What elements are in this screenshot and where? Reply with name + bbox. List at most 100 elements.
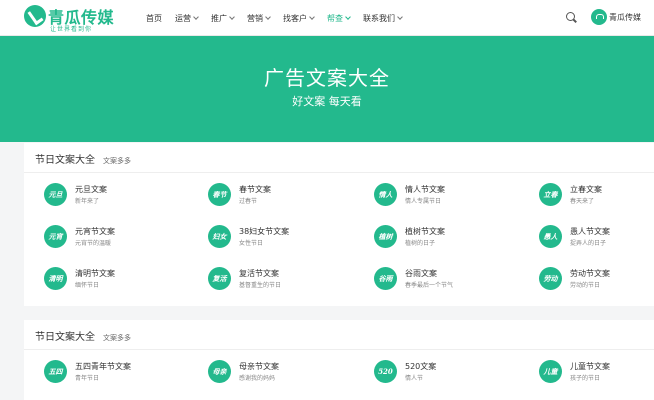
card-subtitle: 情人节	[405, 375, 424, 382]
card-subtitle: 劳动的节日	[570, 282, 601, 289]
nav-item[interactable]: 运营	[169, 0, 204, 36]
card-title[interactable]: 复活节文案	[239, 268, 279, 279]
festival-badge-icon: 五四	[44, 360, 67, 383]
card-subtitle: 春天来了	[570, 198, 595, 205]
section-more-link[interactable]: 文案多多	[103, 333, 131, 343]
search-icon[interactable]	[566, 12, 577, 23]
nav-item[interactable]: 推广	[205, 0, 240, 36]
banner-subtitle: 好文案 每天看	[292, 95, 362, 108]
festival-badge-icon: 植树	[374, 225, 397, 248]
card-subtitle: 孩子的节日	[570, 375, 601, 382]
section-header: 节日文案大全 文案多多	[35, 328, 131, 344]
card-title[interactable]: 38妇女节文案	[239, 226, 289, 237]
copy-card[interactable]: 妇女 38妇女节文案女性节日	[208, 225, 358, 255]
card-title[interactable]: 520文案	[405, 361, 436, 372]
copy-card[interactable]: 立春 立春文案春天来了	[539, 183, 654, 213]
card-subtitle: 女性节日	[239, 240, 264, 247]
copy-card[interactable]: 元宵 元宵节文案 元宵节的温暖	[44, 225, 194, 255]
card-subtitle: 过春节	[239, 198, 258, 205]
copy-card[interactable]: 劳动 劳动节文案劳动的节日	[539, 267, 654, 297]
nav-item[interactable]: 帮查	[321, 0, 356, 36]
copy-card[interactable]: 春节 春节文案过春节	[208, 183, 358, 213]
card-subtitle: 春季最后一个节气	[405, 282, 454, 289]
card-title[interactable]: 情人节文案	[405, 184, 445, 195]
section-title: 节日文案大全	[35, 332, 95, 343]
nav-item-label: 找客户	[283, 13, 307, 23]
top-navigation-bar: 青瓜传媒 让世界看到你 首页 运营 推广 营销 找客户 帮查 联系我们 青瓜传媒	[0, 0, 654, 36]
copy-card[interactable]: 儿童 儿童节文案孩子的节日	[539, 360, 654, 390]
card-title[interactable]: 儿童节文案	[570, 361, 610, 372]
festival-badge-icon: 母亲	[208, 360, 231, 383]
card-subtitle: 情人专属节日	[405, 198, 442, 205]
card-subtitle: 青年节日	[75, 375, 100, 382]
festival-copy-section: 节日文案大全 文案多多 元旦 元旦文案 新年来了 春节 春节文案 过春节 情人 情人节文案 情人…	[24, 143, 654, 306]
chevron-down-icon	[265, 14, 271, 20]
logo-slogan: 让世界看到你	[50, 26, 93, 33]
nav-item-label: 首页	[146, 13, 162, 23]
section-header: 节日文案大全 文案多多	[35, 151, 131, 167]
nav-item[interactable]: 找客户	[277, 0, 320, 36]
festival-badge-icon: 春节	[208, 183, 231, 206]
card-title[interactable]: 劳动节文案	[570, 268, 610, 279]
nav-item-label: 推广	[211, 13, 227, 23]
chevron-down-icon	[345, 14, 351, 20]
copy-card[interactable]: 复活 复活节文案基督重生的节日	[208, 267, 358, 297]
card-subtitle: 感谢我的妈妈	[239, 375, 276, 382]
nav-item-label: 营销	[247, 13, 263, 23]
card-title[interactable]: 五四青年节文案	[75, 361, 131, 372]
avatar[interactable]	[591, 9, 607, 25]
festival-badge-icon: 儿童	[539, 360, 562, 383]
festival-badge-icon: 清明	[44, 267, 67, 290]
festival-badge-icon: 立春	[539, 183, 562, 206]
card-title[interactable]: 元旦文案	[75, 184, 107, 195]
card-subtitle: 元宵节的温暖	[75, 240, 112, 247]
hero-banner: 广告文案大全 好文案 每天看	[0, 36, 654, 142]
copy-card[interactable]: 清明 清明节文案缅怀节日	[44, 267, 194, 297]
card-title[interactable]: 植树节文案	[405, 226, 445, 237]
nav-item-label: 帮查	[327, 13, 343, 23]
card-title[interactable]: 元宵节文案	[75, 226, 115, 237]
card-title[interactable]: 愚人节文案	[570, 226, 610, 237]
copy-card[interactable]: 植树 植树节文案植树的日子	[374, 225, 524, 255]
section-title: 节日文案大全	[35, 155, 95, 166]
site-logo[interactable]: 青瓜传媒 让世界看到你	[24, 5, 144, 33]
festival-badge-icon: 谷雨	[374, 267, 397, 290]
chevron-down-icon	[309, 14, 315, 20]
copy-card[interactable]: 情人 情人节文案 情人专属节日	[374, 183, 524, 213]
card-title[interactable]: 清明节文案	[75, 268, 115, 279]
chevron-down-icon	[229, 14, 235, 20]
festival-copy-section: 节日文案大全 文案多多 五四 五四青年节文案 青年节日 母亲 母亲节文案 感谢我的妈妈 52…	[24, 320, 654, 400]
card-title[interactable]: 母亲节文案	[239, 361, 279, 372]
festival-badge-icon: 妇女	[208, 225, 231, 248]
copy-card[interactable]: 愚人 愚人节文案捉弄人的日子	[539, 225, 654, 255]
copy-card[interactable]: 520 520文案情人节	[374, 360, 524, 390]
copy-card[interactable]: 母亲 母亲节文案感谢我的妈妈	[208, 360, 358, 390]
nav-item-label: 联系我们	[363, 13, 395, 23]
card-subtitle: 缅怀节日	[75, 282, 100, 289]
copy-card[interactable]: 五四 五四青年节文案青年节日	[44, 360, 194, 390]
festival-badge-icon: 劳动	[539, 267, 562, 290]
festival-badge-icon: 520	[374, 360, 397, 383]
copy-card[interactable]: 谷雨 谷雨文案春季最后一个节气	[374, 267, 524, 297]
chevron-down-icon	[397, 14, 403, 20]
divider	[24, 349, 654, 350]
section-more-link[interactable]: 文案多多	[103, 156, 131, 166]
user-name[interactable]: 青瓜传媒	[609, 12, 641, 23]
main-nav: 首页 运营 推广 营销 找客户 帮查 联系我们	[140, 0, 409, 36]
copy-card[interactable]: 元旦 元旦文案 新年来了	[44, 183, 194, 213]
card-subtitle: 植树的日子	[405, 240, 436, 247]
card-title[interactable]: 春节文案	[239, 184, 271, 195]
card-subtitle: 基督重生的节日	[239, 282, 282, 289]
nav-item[interactable]: 首页	[140, 0, 168, 36]
card-subtitle: 捉弄人的日子	[570, 240, 607, 247]
logo-leaf-icon	[24, 5, 46, 27]
nav-item-label: 运营	[175, 13, 191, 23]
card-title[interactable]: 立春文案	[570, 184, 602, 195]
festival-badge-icon: 元旦	[44, 183, 67, 206]
nav-item[interactable]: 联系我们	[357, 0, 408, 36]
nav-item[interactable]: 营销	[241, 0, 276, 36]
card-title[interactable]: 谷雨文案	[405, 268, 437, 279]
festival-badge-icon: 复活	[208, 267, 231, 290]
divider	[24, 172, 654, 173]
festival-badge-icon: 愚人	[539, 225, 562, 248]
